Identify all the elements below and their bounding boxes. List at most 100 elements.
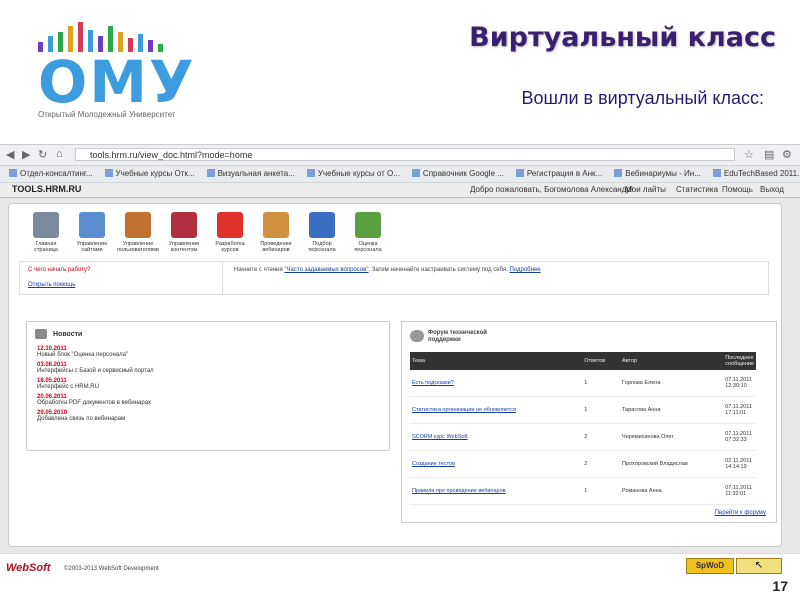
forum-panel: Форум технической поддержки Тема Ответов… (401, 321, 777, 523)
toolbar-item-label: Оценка персонала (354, 241, 382, 253)
forum-topic-link[interactable]: Создание тестов (410, 450, 583, 478)
bookmarks-bar: Отдел-консалтинг... Учебные курсы Отк... В… (0, 166, 800, 183)
forum-row: SCORM курс WebSoft 2 Черемисинова Олег 07.1… (410, 423, 756, 451)
slide-title: Виртуальный класс (469, 22, 776, 53)
bookmark-item[interactable]: Регистрация в Анк... (513, 168, 605, 179)
col-topic[interactable]: Тема (410, 352, 583, 370)
forum-author: Тарасова Анна (620, 396, 724, 424)
open-help-link[interactable]: Открыть помощь (28, 282, 75, 288)
toolbar-item-label: Подбор персонала (308, 241, 336, 253)
page-menu-icon[interactable]: ▤ (764, 148, 774, 161)
bookmark-item[interactable]: Визуальная анкета... (204, 168, 298, 179)
news-item-title[interactable]: Интерфейсы с Базой и сервисный портал (37, 368, 257, 374)
toolbar-item-label: Главная страница (34, 241, 58, 253)
news-panel: Новости 12.10.2011 Новый блок "Оценка пер… (26, 321, 390, 451)
toolbar-item-icon (33, 212, 59, 238)
forum-row: Правила про проведение вебинаров 1 Романов… (410, 477, 756, 505)
col-last[interactable]: Последнее сообщение (723, 352, 756, 370)
toolbar-item-icon (125, 212, 151, 238)
bookmark-item[interactable]: Вебинариумы - Ин... (611, 168, 704, 179)
news-title: Новости (53, 331, 83, 338)
news-icon (35, 329, 47, 339)
main-panel: Главная страница Управление сайтами Управл… (8, 203, 782, 547)
forum-header-row: Тема Ответов Автор Последнее сообщение (410, 352, 756, 370)
logo-subtitle: Открытый Молодежный Университет (38, 110, 176, 119)
toolbar-item-icon (309, 212, 335, 238)
forum-topic-link[interactable]: Статистика организации не обновляется (410, 396, 583, 424)
toolbar-item-icon (263, 212, 289, 238)
toolbar-item[interactable]: Главная страница (23, 212, 69, 253)
news-item-title[interactable]: Обработка PDF документов в вебинарах (37, 400, 257, 406)
start-question[interactable]: С чего начать работу? (28, 267, 90, 273)
url-bar[interactable]: tools.hrm.ru/view_doc.html?mode=home (75, 148, 735, 161)
forum-replies: 2 (582, 450, 621, 478)
toolbar-item-label: Проведение вебинаров (260, 241, 292, 253)
toolbar-item-icon (217, 212, 243, 238)
forum-title: Форум технической поддержки (428, 330, 487, 343)
site-logo[interactable]: TOOLS.HRM.RU (12, 184, 81, 194)
toolbar-item-icon (79, 212, 105, 238)
forum-icon (410, 330, 424, 342)
forum-topic-link[interactable]: Есть подсказки? (410, 370, 583, 397)
forward-icon[interactable]: ▶ (22, 148, 30, 161)
site-link-help[interactable]: Помощь (722, 185, 753, 194)
forum-row: Есть подсказки? 1 Горлова Елена 07.11.2011 … (410, 370, 756, 397)
forum-last-post: 07.11.2011 11:32:01 (723, 477, 756, 505)
logo-omu: ОМУ (38, 48, 196, 116)
forum-author: Горлова Елена (620, 370, 724, 397)
toolbar-item-label: Разработка курсов (215, 241, 245, 253)
forum-last-post: 02.11.2011 14:14:19 (723, 450, 756, 478)
news-item-title[interactable]: Новый блок "Оценка персонала" (37, 352, 257, 358)
col-author[interactable]: Автор (620, 352, 724, 370)
toolbar-item[interactable]: Разработка курсов (207, 212, 253, 253)
toolbar-item-icon (171, 212, 197, 238)
toolbar-item[interactable]: Подбор персонала (299, 212, 345, 253)
toolbar-item[interactable]: Оценка персонала (345, 212, 391, 253)
news-item-title[interactable]: Интерфейс с HRM.RU (37, 384, 257, 390)
col-replies[interactable]: Ответов (582, 352, 621, 370)
toolbar-item-label: Управление пользователями (117, 241, 159, 253)
forum-author: Романова Анна (620, 477, 724, 505)
welcome-user: Добро пожаловать, Богомолова Александр! (470, 185, 634, 194)
site-link-my-sites[interactable]: Мои лайты (625, 185, 666, 194)
forum-topic-link[interactable]: Правила про проведение вебинаров (410, 477, 583, 505)
home-icon[interactable]: ⌂ (56, 148, 63, 160)
slide-subtitle: Вошли в виртуальный класс: (521, 88, 764, 108)
site-link-logout[interactable]: Выход (760, 185, 784, 194)
forum-replies: 1 (582, 396, 621, 424)
forum-row: Статистика организации не обновляется 1 Та… (410, 396, 756, 424)
bookmark-item[interactable]: Учебные курсы Отк... (102, 168, 198, 179)
star-icon[interactable]: ☆ (744, 148, 754, 161)
websoft-logo: WebSoft (6, 562, 51, 574)
welcome-text: Начните с чтения "Часто задаваемых вопро… (234, 267, 541, 273)
divider (222, 262, 223, 294)
toolbar-item[interactable]: Управление пользователями (115, 212, 161, 253)
faq-link[interactable]: "Часто задаваемых вопросов" (284, 267, 368, 273)
goto-forum-link[interactable]: Перейти к форуму (715, 510, 766, 516)
news-item-title[interactable]: Добавлена связь по вебинарам (37, 416, 257, 422)
news-list: 12.10.2011 Новый блок "Оценка персонала" 0… (37, 346, 257, 426)
toolbar-item[interactable]: Управление сайтами (69, 212, 115, 253)
cursor-icon: ↖ (736, 558, 782, 574)
toolbar-item[interactable]: Управление контентом (161, 212, 207, 253)
toolbar-item-icon (355, 212, 381, 238)
spwod-badge: SpWoD (686, 558, 734, 574)
bookmark-item[interactable]: Учебные курсы от О... (304, 168, 403, 179)
welcome-text-mid: . Затем начинайте настраивать систему по… (368, 267, 508, 273)
bookmark-item[interactable]: Справочник Google ... (409, 168, 507, 179)
forum-topic-link[interactable]: SCORM курс WebSoft (410, 423, 583, 451)
wrench-icon[interactable]: ⚙ (782, 148, 792, 161)
browser-screenshot: ◀ ▶ ↻ ⌂ tools.hrm.ru/view_doc.html?mode=… (0, 144, 800, 583)
reload-icon[interactable]: ↻ (38, 148, 47, 161)
bookmark-item[interactable]: EduTechBased 2011... (710, 168, 800, 179)
forum-author: Прохоровский Владислав (620, 450, 724, 478)
site-link-statistics[interactable]: Статистика (676, 185, 718, 194)
forum-author: Черемисинова Олег (620, 423, 724, 451)
browser-navbar: ◀ ▶ ↻ ⌂ tools.hrm.ru/view_doc.html?mode=… (0, 145, 800, 166)
forum-last-post: 07.11.2011 07:32:33 (723, 423, 756, 451)
bookmark-item[interactable]: Отдел-консалтинг... (6, 168, 96, 179)
toolbar-item[interactable]: Проведение вебинаров (253, 212, 299, 253)
forum-replies: 2 (582, 423, 621, 451)
back-icon[interactable]: ◀ (6, 148, 14, 161)
more-link[interactable]: Подробнее (509, 267, 540, 273)
